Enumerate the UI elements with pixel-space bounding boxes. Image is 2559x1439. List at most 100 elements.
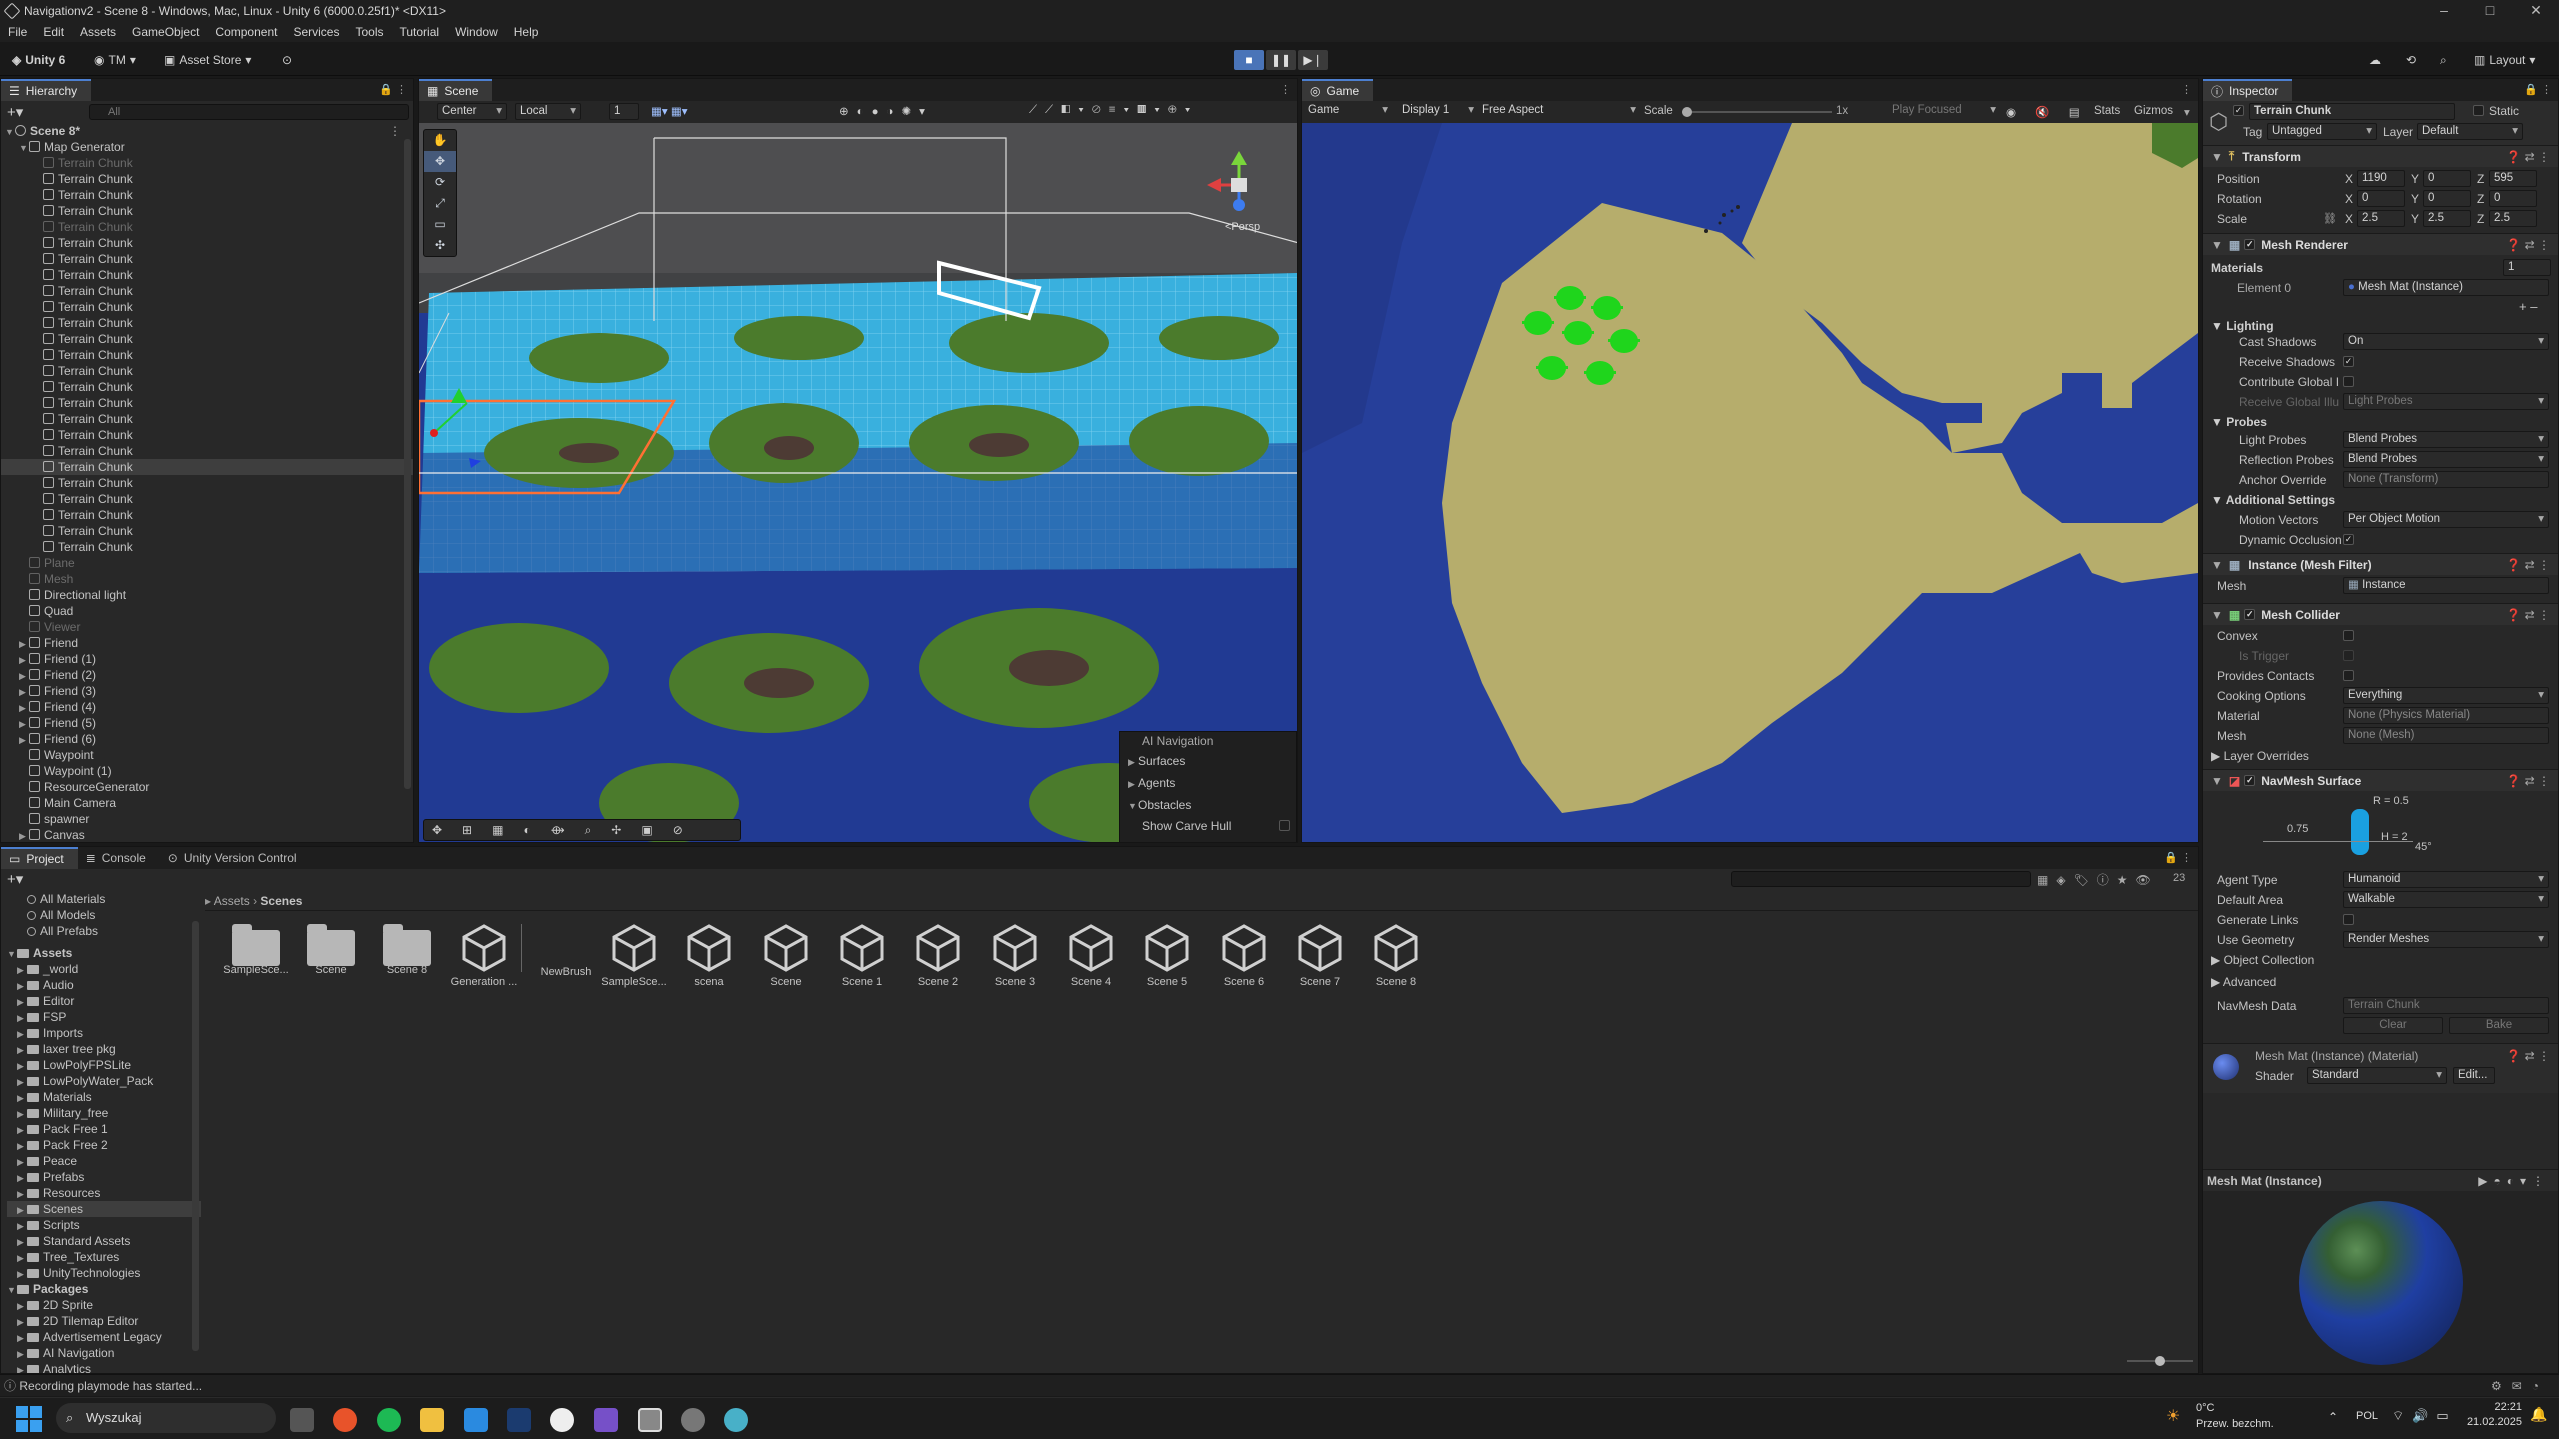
status-message[interactable]: Recording playmode has started...	[19, 1379, 202, 1393]
file-explorer-icon[interactable]	[420, 1408, 444, 1432]
tree-folder-item[interactable]: ▶ Peace	[7, 1153, 201, 1169]
foldout-arrow-icon[interactable]: ▶	[19, 716, 29, 732]
network-volume-battery-icons[interactable]: ⌔🔊▭	[2392, 1408, 2457, 1424]
tab-unity-version-control[interactable]: ⊙ Unity Version Control	[160, 847, 311, 869]
foldout-arrow-icon[interactable]: ▶	[19, 828, 29, 842]
maximize-button[interactable]: □	[2467, 0, 2513, 22]
chevron-down-icon[interactable]: ▾	[2184, 105, 2190, 119]
stats-button[interactable]: Stats	[2094, 105, 2120, 117]
tab-hierarchy[interactable]: ☰ Hierarchy	[1, 79, 92, 101]
move-tool-icon[interactable]: ✥	[424, 151, 456, 172]
gizmos-button[interactable]: Gizmos	[2134, 105, 2173, 117]
hierarchy-item[interactable]: ▶ Canvas	[1, 827, 413, 842]
foldout-arrow-icon[interactable]: ▶	[19, 700, 29, 716]
menu-gameobject[interactable]: GameObject	[124, 25, 207, 39]
component-menu-icon[interactable]: ❓ ⇄ ⋮	[2506, 608, 2550, 622]
panel-menu-icon[interactable]: 🔒 ⋮	[2164, 851, 2192, 864]
navmesh-surface-enabled-checkbox[interactable]: ✓	[2244, 775, 2256, 786]
pivot-dropdown[interactable]: Center	[437, 103, 507, 120]
position-y-input[interactable]: 0	[2423, 170, 2471, 187]
hierarchy-item[interactable]: Terrain Chunk	[1, 235, 413, 251]
foldout-arrow-icon[interactable]: ▶	[19, 668, 29, 684]
tree-package-item[interactable]: ▶ Analytics	[7, 1361, 201, 1373]
tree-folder-item[interactable]: ▶ _world	[7, 961, 201, 977]
asset-store-button[interactable]: ▣ Asset Store ▾	[158, 50, 257, 70]
hierarchy-item[interactable]: Terrain Chunk	[1, 475, 413, 491]
foldout-arrow-icon[interactable]: ▶	[17, 1170, 27, 1186]
foldout-arrow-icon[interactable]: ▶	[17, 1154, 27, 1170]
close-button[interactable]: ✕	[2513, 0, 2559, 22]
foldout-arrow-icon[interactable]: ▶	[17, 978, 27, 994]
probes-foldout[interactable]: ▼ Probes	[2211, 415, 2267, 429]
foldout-arrow-icon[interactable]: ▶	[17, 1218, 27, 1234]
foldout-arrow-icon[interactable]: ▶	[17, 994, 27, 1010]
grid-snap-icon[interactable]: ▦▾ ▦▾	[651, 104, 687, 118]
foldout-arrow-icon[interactable]: ▼	[19, 140, 29, 156]
tree-package-item[interactable]: ▶ 2D Tilemap Editor	[7, 1313, 201, 1329]
contribute-gi-checkbox[interactable]	[2343, 376, 2354, 387]
hierarchy-item[interactable]: Terrain Chunk	[1, 155, 413, 171]
tree-folder-item[interactable]: ▶ Scenes	[7, 1201, 201, 1217]
hierarchy-item[interactable]: ▶ Friend (5)	[1, 715, 413, 731]
foldout-arrow-icon[interactable]: ▶	[17, 1010, 27, 1026]
menu-window[interactable]: Window	[447, 25, 506, 39]
tab-game[interactable]: ◎ Game	[1302, 79, 1374, 101]
component-menu-icon[interactable]: ❓ ⇄ ⋮	[2506, 238, 2550, 252]
default-area-dropdown[interactable]: Walkable	[2343, 891, 2549, 908]
scene-bottom-overlay-toolbar[interactable]: ✥⊞▦◐⟴⌕✢▣⊘	[423, 819, 741, 841]
foldout-arrow-icon[interactable]: ▼	[5, 124, 15, 140]
scene-asset[interactable]: Generation ...	[449, 924, 519, 988]
position-z-input[interactable]: 595	[2489, 170, 2537, 187]
foldout-arrow-icon[interactable]: ▼	[7, 1282, 17, 1298]
foldout-arrow-icon[interactable]: ▶	[17, 1186, 27, 1202]
foldout-arrow-icon[interactable]: ▶	[17, 1314, 27, 1330]
convex-checkbox[interactable]	[2343, 630, 2354, 641]
notifications-icon[interactable]: 🔔	[2530, 1406, 2547, 1423]
game-viewport[interactable]	[1302, 123, 2198, 843]
component-menu-icon[interactable]: ❓ ⇄ ⋮	[2506, 774, 2550, 788]
display-dropdown[interactable]: Display 1	[1398, 103, 1478, 120]
scale-x-input[interactable]: 2.5	[2357, 210, 2405, 227]
rotation-z-input[interactable]: 0	[2489, 190, 2537, 207]
rotation-x-input[interactable]: 0	[2357, 190, 2405, 207]
additional-settings-foldout[interactable]: ▼ Additional Settings	[2211, 493, 2335, 507]
folder-asset[interactable]: Scene	[296, 924, 366, 976]
foldout-arrow-icon[interactable]: ▶	[19, 732, 29, 748]
tree-folder-item[interactable]: ▶ Scripts	[7, 1217, 201, 1233]
hierarchy-item[interactable]: Quad	[1, 603, 413, 619]
hierarchy-item[interactable]: Terrain Chunk	[1, 267, 413, 283]
hierarchy-search-input[interactable]: All	[89, 104, 409, 120]
breadcrumb-assets[interactable]: Assets	[214, 894, 250, 908]
dynamic-occlusion-checkbox[interactable]: ✓	[2343, 534, 2354, 545]
receive-shadows-checkbox[interactable]: ✓	[2343, 356, 2354, 367]
spotify-icon[interactable]	[377, 1408, 401, 1432]
hierarchy-item[interactable]: Terrain Chunk	[1, 507, 413, 523]
search-button[interactable]: ⌕	[2434, 50, 2453, 70]
object-name-input[interactable]: Terrain Chunk	[2249, 103, 2455, 120]
folder-asset[interactable]: Scene 8	[372, 924, 442, 976]
tree-assets-root[interactable]: ▼ Assets	[7, 945, 201, 961]
panel-menu-icon[interactable]: ⋮	[1280, 83, 1291, 96]
hierarchy-item[interactable]: Viewer	[1, 619, 413, 635]
tree-folder-item[interactable]: ▶ Resources	[7, 1185, 201, 1201]
foldout-arrow-icon[interactable]: ▶	[17, 1090, 27, 1106]
favorite-item[interactable]: All Models	[7, 907, 201, 923]
game-mode-dropdown[interactable]: Game	[1304, 103, 1392, 120]
add-icon[interactable]: +▾	[7, 870, 23, 888]
tray-chevron-icon[interactable]: ⌃	[2328, 1410, 2338, 1424]
material-header[interactable]: Mesh Mat (Instance) (Material) Shader St…	[2203, 1043, 2558, 1093]
panel-menu-icon[interactable]: 🔒 ⋮	[379, 83, 407, 96]
unreal-engine-icon[interactable]	[550, 1408, 574, 1432]
scale-tool-icon[interactable]: ⤢	[424, 193, 456, 214]
show-carve-hull-toggle[interactable]: Show Carve Hull	[1120, 816, 1296, 836]
tree-folder-item[interactable]: ▶ Tree_Textures	[7, 1249, 201, 1265]
tree-package-item[interactable]: ▶ 2D Sprite	[7, 1297, 201, 1313]
minimize-button[interactable]: –	[2421, 0, 2467, 22]
snap-increment-input[interactable]: 1	[609, 103, 639, 120]
tree-package-item[interactable]: ▶ AI Navigation	[7, 1345, 201, 1361]
component-menu-icon[interactable]: ❓ ⇄ ⋮	[2506, 1049, 2550, 1063]
unity-account-button[interactable]: ◈ Unity 6	[6, 50, 71, 70]
hierarchy-item[interactable]: ▶ Friend (1)	[1, 651, 413, 667]
hierarchy-item[interactable]: Mesh	[1, 571, 413, 587]
foldout-arrow-icon[interactable]: ▶	[19, 652, 29, 668]
